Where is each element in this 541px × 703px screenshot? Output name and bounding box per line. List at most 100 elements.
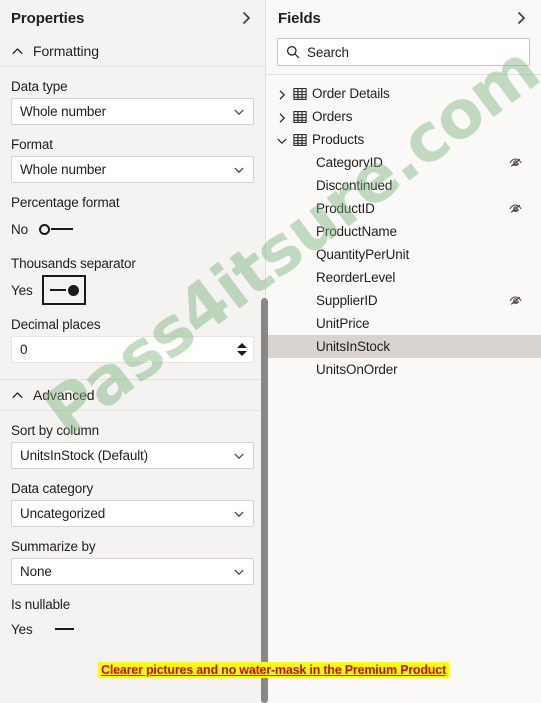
spinner-down-icon[interactable] xyxy=(237,351,247,356)
field-label: ProductID xyxy=(316,201,375,216)
thousands-separator-state: Yes xyxy=(11,282,33,298)
summarize-by-value: None xyxy=(20,564,52,579)
chevron-down-icon xyxy=(233,566,245,578)
chevron-right-icon[interactable] xyxy=(238,10,254,26)
field-label: SupplierID xyxy=(316,293,378,308)
field-label: CategoryID xyxy=(316,155,383,170)
spinner-arrows xyxy=(236,339,248,360)
is-nullable-state: Yes xyxy=(11,621,33,637)
toggle-knob xyxy=(38,223,50,235)
table-node-products[interactable]: Products xyxy=(266,128,541,151)
percentage-format-state: No xyxy=(11,221,28,237)
is-nullable-toggle[interactable] xyxy=(42,620,78,638)
power-bi-model-view: Properties Formatting Data type Whole nu… xyxy=(0,0,541,703)
fields-title: Fields xyxy=(278,9,321,27)
thousands-separator-toggle[interactable] xyxy=(41,275,86,305)
label-thousands-separator: Thousands separator xyxy=(11,256,136,271)
data-type-dropdown[interactable]: Whole number xyxy=(11,98,254,125)
eye-hidden-icon[interactable] xyxy=(508,201,523,216)
decimal-places-value: 0 xyxy=(20,342,28,357)
format-dropdown[interactable]: Whole number xyxy=(11,156,254,183)
vertical-scrollbar[interactable] xyxy=(261,298,268,703)
section-header-formatting[interactable]: Formatting xyxy=(0,36,265,66)
data-category-dropdown[interactable]: Uncategorized xyxy=(11,500,254,527)
table-node-orders[interactable]: Orders xyxy=(266,105,541,128)
sort-by-column-dropdown[interactable]: UnitsInStock (Default) xyxy=(11,442,254,469)
field-row-unitprice[interactable]: UnitPrice xyxy=(266,312,541,335)
eye-hidden-icon[interactable] xyxy=(508,293,523,308)
percentage-format-row: No xyxy=(11,214,254,244)
field-row-productname[interactable]: ProductName xyxy=(266,220,541,243)
field-label: UnitsInStock xyxy=(316,339,390,354)
label-percentage-format: Percentage format xyxy=(11,195,120,210)
decimal-places-input[interactable]: 0 xyxy=(11,336,254,363)
field-label: QuantityPerUnit xyxy=(316,247,410,262)
chevron-down-icon[interactable] xyxy=(276,134,288,146)
label-data-category: Data category xyxy=(11,481,94,496)
search-wrapper: Search xyxy=(266,36,541,74)
search-input[interactable]: Search xyxy=(277,38,530,66)
chevron-right-icon[interactable] xyxy=(513,10,529,26)
label-data-type: Data type xyxy=(11,79,68,94)
toggle-track xyxy=(50,228,73,230)
percentage-format-toggle[interactable] xyxy=(37,220,73,238)
data-category-value: Uncategorized xyxy=(20,506,106,521)
table-label: Products xyxy=(312,132,365,147)
chevron-up-icon xyxy=(11,389,24,402)
field-label: ReorderLevel xyxy=(316,270,396,285)
field-row-reorderlevel[interactable]: ReorderLevel xyxy=(266,266,541,289)
table-label: Orders xyxy=(312,109,353,124)
spinner-up-icon[interactable] xyxy=(237,343,247,348)
divider xyxy=(0,410,265,411)
table-icon xyxy=(293,87,307,101)
is-nullable-row: Yes xyxy=(0,616,265,642)
field-row-supplierid[interactable]: SupplierID xyxy=(266,289,541,312)
field-row-productid[interactable]: ProductID xyxy=(266,197,541,220)
properties-header: Properties xyxy=(0,0,265,36)
field-row-categoryid[interactable]: CategoryID xyxy=(266,151,541,174)
sort-by-column-value: UnitsInStock (Default) xyxy=(20,448,148,463)
field-row-unitsinstock[interactable]: UnitsInStock xyxy=(266,335,541,358)
advanced-fields: Sort by column UnitsInStock (Default) Da… xyxy=(0,423,265,612)
chevron-down-icon xyxy=(233,450,245,462)
fields-pane: Fields Search Order Details Orders Produ… xyxy=(265,0,541,703)
chevron-down-icon xyxy=(233,106,245,118)
search-placeholder: Search xyxy=(307,44,349,60)
field-row-quantityperunit[interactable]: QuantityPerUnit xyxy=(266,243,541,266)
table-icon xyxy=(293,110,307,124)
field-row-discontinued[interactable]: Discontinued xyxy=(266,174,541,197)
table-icon xyxy=(293,133,307,147)
label-decimal-places: Decimal places xyxy=(11,317,101,332)
section-label-formatting: Formatting xyxy=(33,43,99,59)
table-node-order-details[interactable]: Order Details xyxy=(266,82,541,105)
label-format: Format xyxy=(11,137,53,152)
field-label: Discontinued xyxy=(316,178,393,193)
chevron-down-icon xyxy=(233,508,245,520)
field-label: UnitPrice xyxy=(316,316,370,331)
chevron-right-icon[interactable] xyxy=(276,88,288,100)
fields-header: Fields xyxy=(266,0,541,36)
toggle-knob xyxy=(67,284,79,296)
toggle-track xyxy=(49,289,66,291)
field-row-unitsonorder[interactable]: UnitsOnOrder xyxy=(266,358,541,381)
properties-pane: Properties Formatting Data type Whole nu… xyxy=(0,0,265,703)
chevron-down-icon xyxy=(233,164,245,176)
fields-tree: Order Details Orders Products CategoryID… xyxy=(266,75,541,381)
summarize-by-dropdown[interactable]: None xyxy=(11,558,254,585)
toggle-track xyxy=(54,628,74,630)
field-label: ProductName xyxy=(316,224,397,239)
premium-annotation-banner: Clearer pictures and no water-mask in th… xyxy=(98,662,449,678)
table-label: Order Details xyxy=(312,86,390,101)
data-type-value: Whole number xyxy=(20,104,106,119)
field-label: UnitsOnOrder xyxy=(316,362,398,377)
label-is-nullable: Is nullable xyxy=(11,597,71,612)
label-sort-by-column: Sort by column xyxy=(11,423,99,438)
thousands-separator-row: Yes xyxy=(11,275,254,305)
format-value: Whole number xyxy=(20,162,106,177)
section-label-advanced: Advanced xyxy=(33,387,95,403)
search-icon xyxy=(286,45,300,59)
chevron-right-icon[interactable] xyxy=(276,111,288,123)
eye-hidden-icon[interactable] xyxy=(508,155,523,170)
section-header-advanced[interactable]: Advanced xyxy=(0,380,265,410)
divider xyxy=(0,66,265,67)
